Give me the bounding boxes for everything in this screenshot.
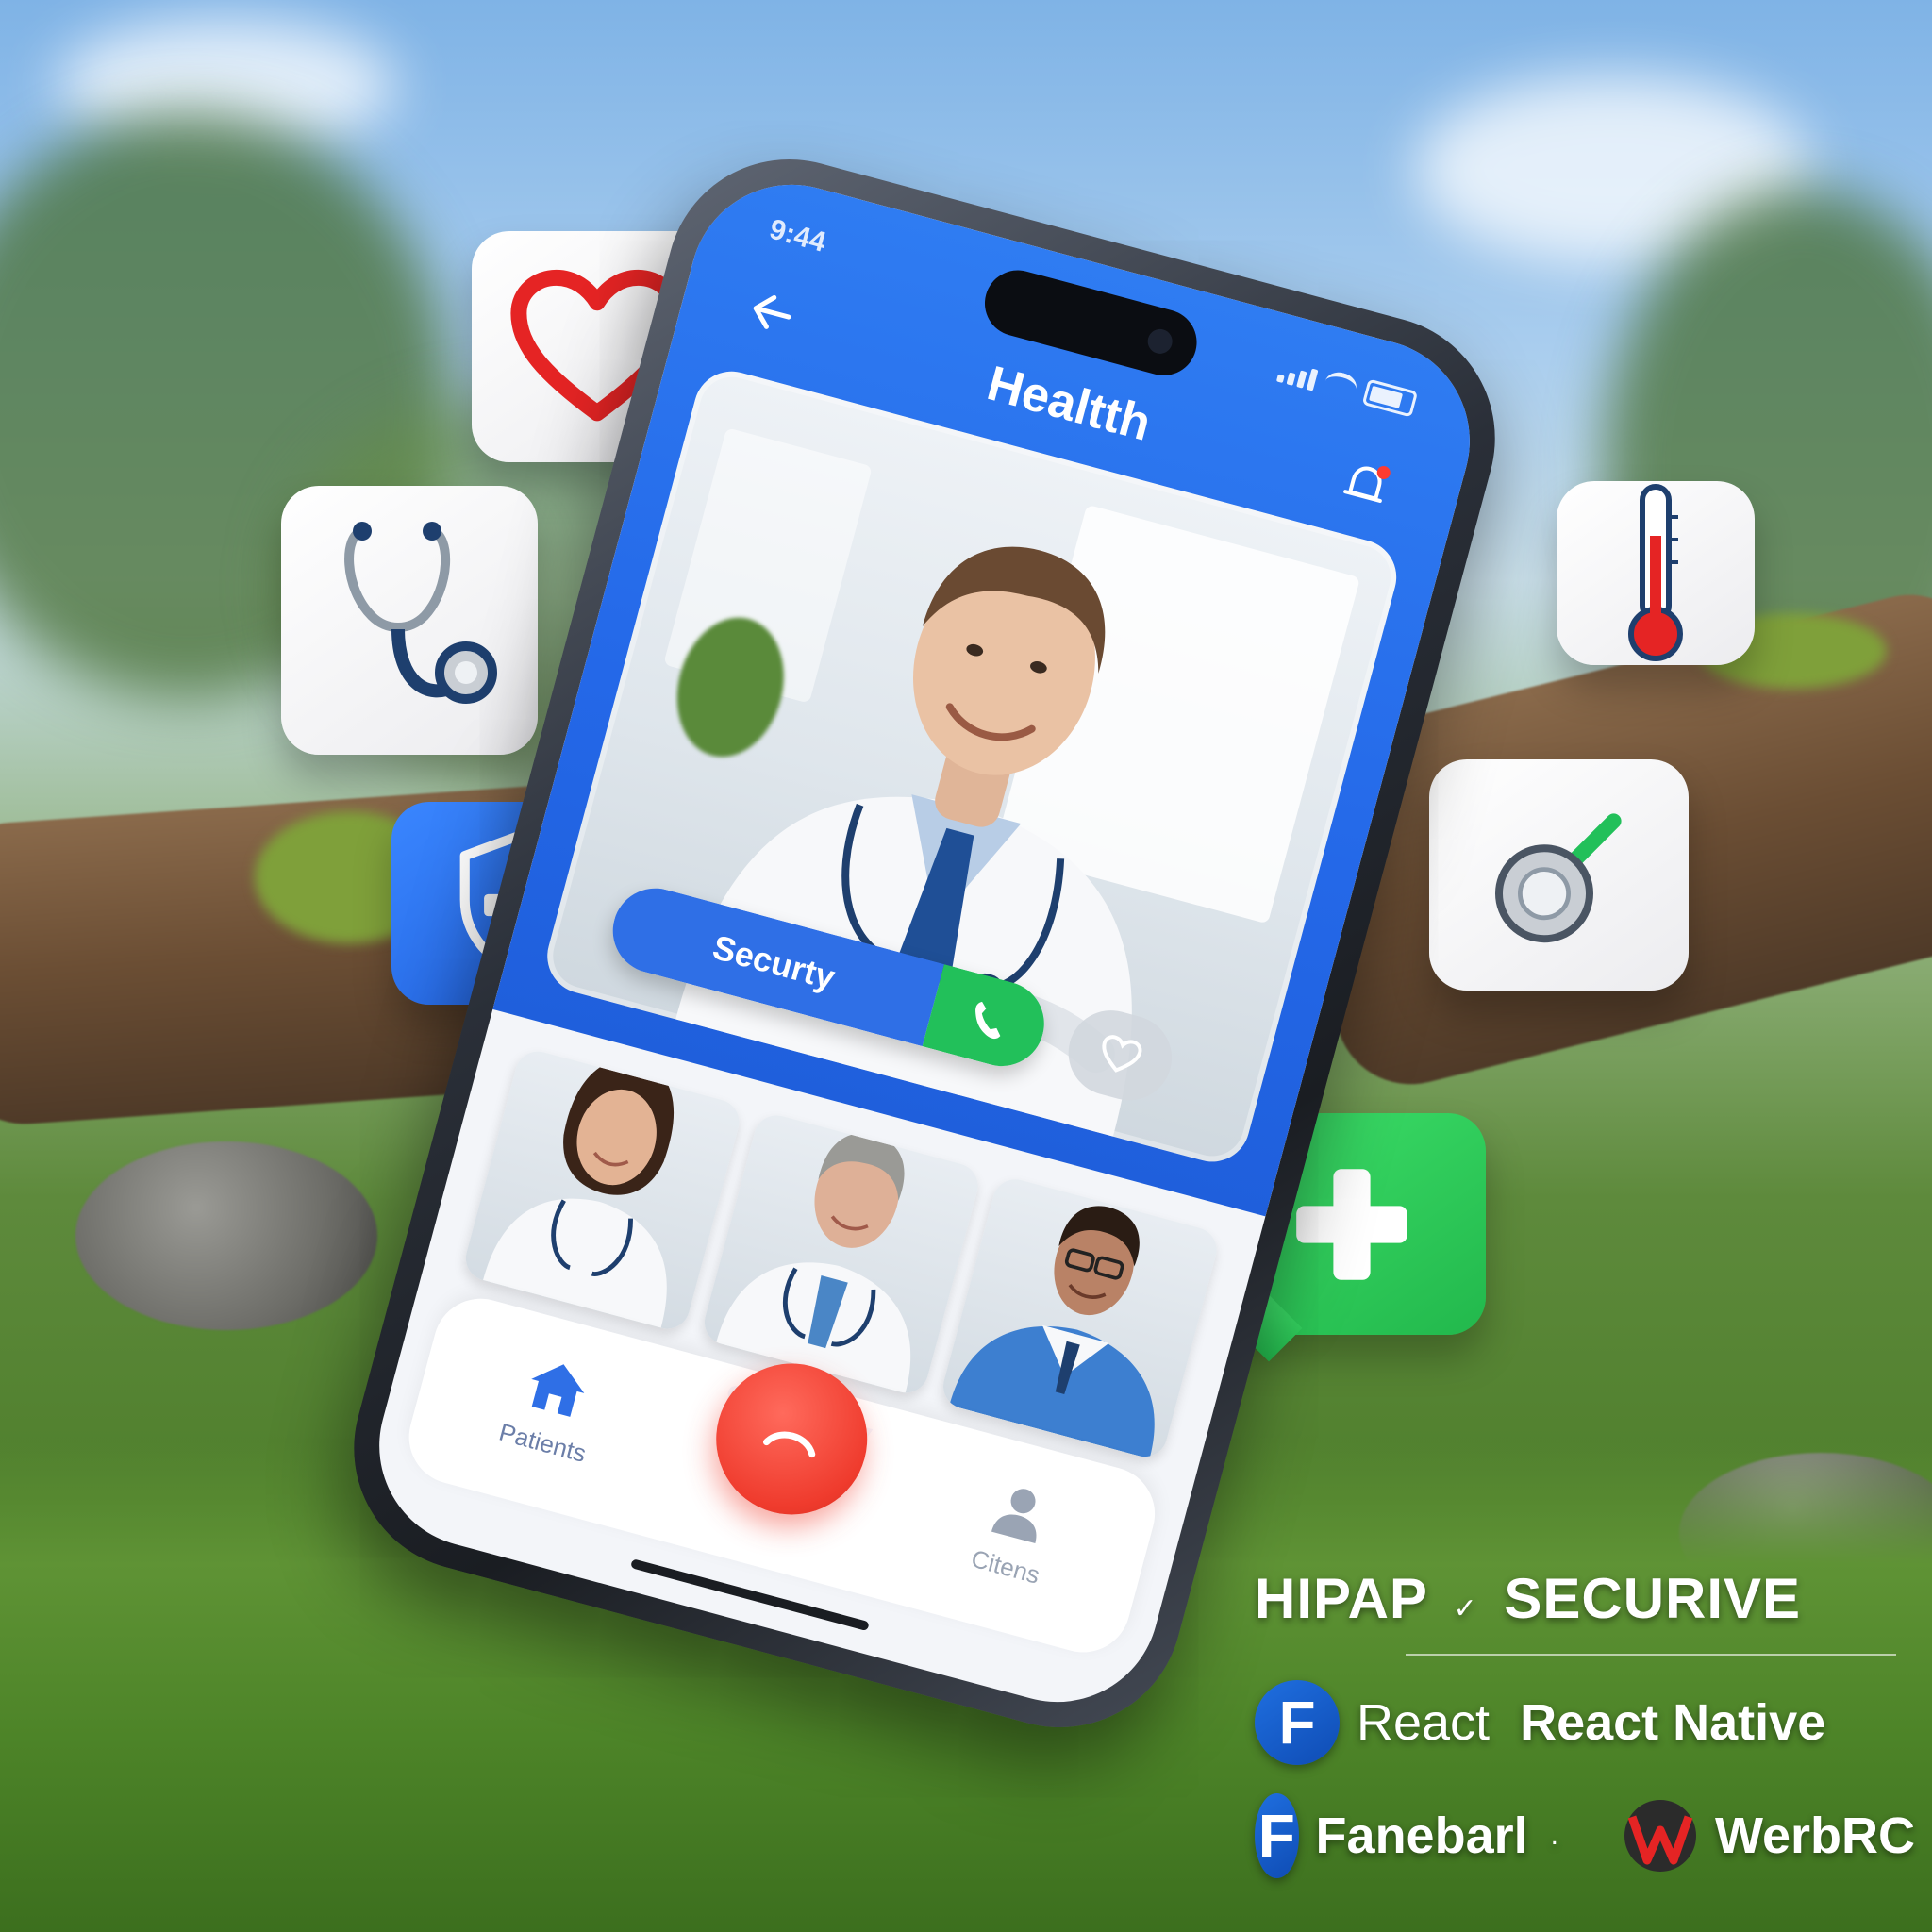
thermometer-icon: [1628, 483, 1683, 661]
participant-thumbnail[interactable]: [460, 1046, 744, 1334]
divider: [1406, 1654, 1896, 1656]
male-doctor-avatar: [949, 1206, 1155, 1459]
firebase-webrtc-row: F Fanebarl . WerbRC: [1255, 1793, 1915, 1878]
camera-icon: [1144, 325, 1175, 357]
webrtc-logo-icon: [1623, 1798, 1698, 1874]
tab-citens[interactable]: Citens: [928, 1463, 1101, 1601]
stethoscope-icon: [344, 521, 497, 704]
facebook-logo-icon: F: [1255, 1680, 1340, 1765]
stethoscope-chestpiece-icon: [1494, 812, 1622, 942]
phone-icon: [975, 1001, 1001, 1040]
react-native-label: React Native: [1520, 1694, 1826, 1751]
separator-dot: .: [1550, 1820, 1558, 1851]
webrtc-label: WerbRC: [1714, 1807, 1915, 1864]
participant-thumbnail[interactable]: [938, 1174, 1223, 1462]
check-icon: ✓: [1453, 1593, 1478, 1624]
hipaa-secure-headline: HIPAP ✓ SECURIVE: [1255, 1566, 1915, 1631]
stethoscope-tile: [281, 486, 538, 755]
firebase-label: Fanebarl: [1315, 1807, 1528, 1864]
react-label: React: [1357, 1694, 1491, 1751]
person-icon: [991, 1489, 1037, 1544]
scene-background: 9:44 Healtth Securty Patients Citens HIP…: [0, 0, 1932, 1932]
tech-badges: HIPAP ✓ SECURIVE F React React Native F …: [1255, 1566, 1915, 1907]
heart-outline-icon: [1102, 1035, 1142, 1073]
thermometer-tile: [1557, 481, 1755, 665]
home-icon: [531, 1364, 585, 1417]
phone-hangup-icon: [762, 1431, 816, 1458]
senior-doctor-avatar: [716, 1133, 911, 1393]
chestpiece-tile: [1429, 759, 1689, 991]
female-doctor-avatar: [483, 1058, 674, 1328]
headline-left: HIPAP: [1255, 1567, 1427, 1630]
firebase-logo-icon: F: [1255, 1793, 1299, 1878]
rock: [75, 1141, 377, 1330]
react-badge-row: F React React Native: [1255, 1680, 1915, 1765]
medical-plus-icon: [1295, 1168, 1407, 1280]
tab-label: Patients: [495, 1417, 590, 1468]
participant-thumbnail[interactable]: [699, 1110, 983, 1398]
tab-patients[interactable]: Patients: [466, 1340, 639, 1477]
tab-label: Citens: [968, 1543, 1043, 1590]
headline-right: SECURIVE: [1504, 1567, 1802, 1630]
